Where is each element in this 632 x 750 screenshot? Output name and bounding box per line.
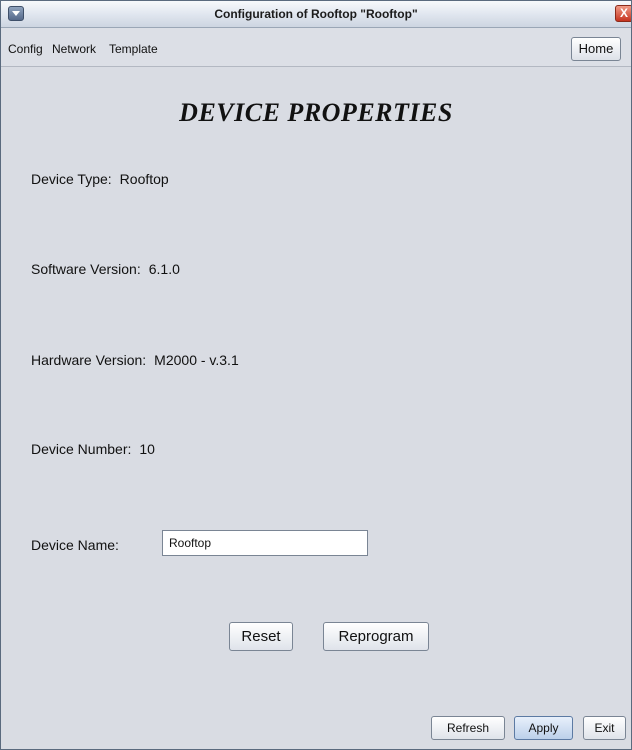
hardware-version-row: Hardware Version: M2000 - v.3.1 [31, 352, 239, 368]
window-title: Configuration of Rooftop "Rooftop" [214, 7, 418, 21]
refresh-button[interactable]: Refresh [431, 716, 505, 740]
menu-bar: Config Network Template Home [1, 28, 631, 67]
software-version-label: Software Version: [31, 261, 141, 277]
home-button[interactable]: Home [571, 37, 621, 61]
hardware-version-value: M2000 - v.3.1 [154, 352, 239, 368]
apply-button[interactable]: Apply [514, 716, 573, 740]
hardware-version-label: Hardware Version: [31, 352, 147, 368]
page-title: DEVICE PROPERTIES [179, 98, 453, 127]
menu-template[interactable]: Template [109, 42, 158, 56]
title-bar[interactable]: Configuration of Rooftop "Rooftop" X [1, 1, 631, 28]
exit-button[interactable]: Exit [583, 716, 626, 740]
device-type-label: Device Type: [31, 171, 112, 187]
config-window: Configuration of Rooftop "Rooftop" X Con… [0, 0, 632, 750]
device-number-label: Device Number: [31, 441, 132, 457]
properties-panel: DEVICE PROPERTIES Device Type: Rooftop So… [1, 67, 631, 749]
software-version-row: Software Version: 6.1.0 [31, 261, 180, 277]
device-number-value: 10 [139, 441, 155, 457]
reprogram-button[interactable]: Reprogram [323, 622, 429, 651]
menu-config[interactable]: Config [8, 42, 43, 56]
device-name-label: Device Name: [31, 537, 119, 553]
reset-button[interactable]: Reset [229, 622, 293, 651]
device-type-value: Rooftop [119, 171, 169, 187]
device-type-row: Device Type: Rooftop [31, 171, 169, 187]
device-name-field[interactable] [162, 530, 368, 556]
software-version-value: 6.1.0 [148, 261, 180, 277]
menu-network[interactable]: Network [52, 42, 96, 56]
close-icon[interactable]: X [615, 5, 631, 22]
device-number-row: Device Number: 10 [31, 441, 155, 457]
